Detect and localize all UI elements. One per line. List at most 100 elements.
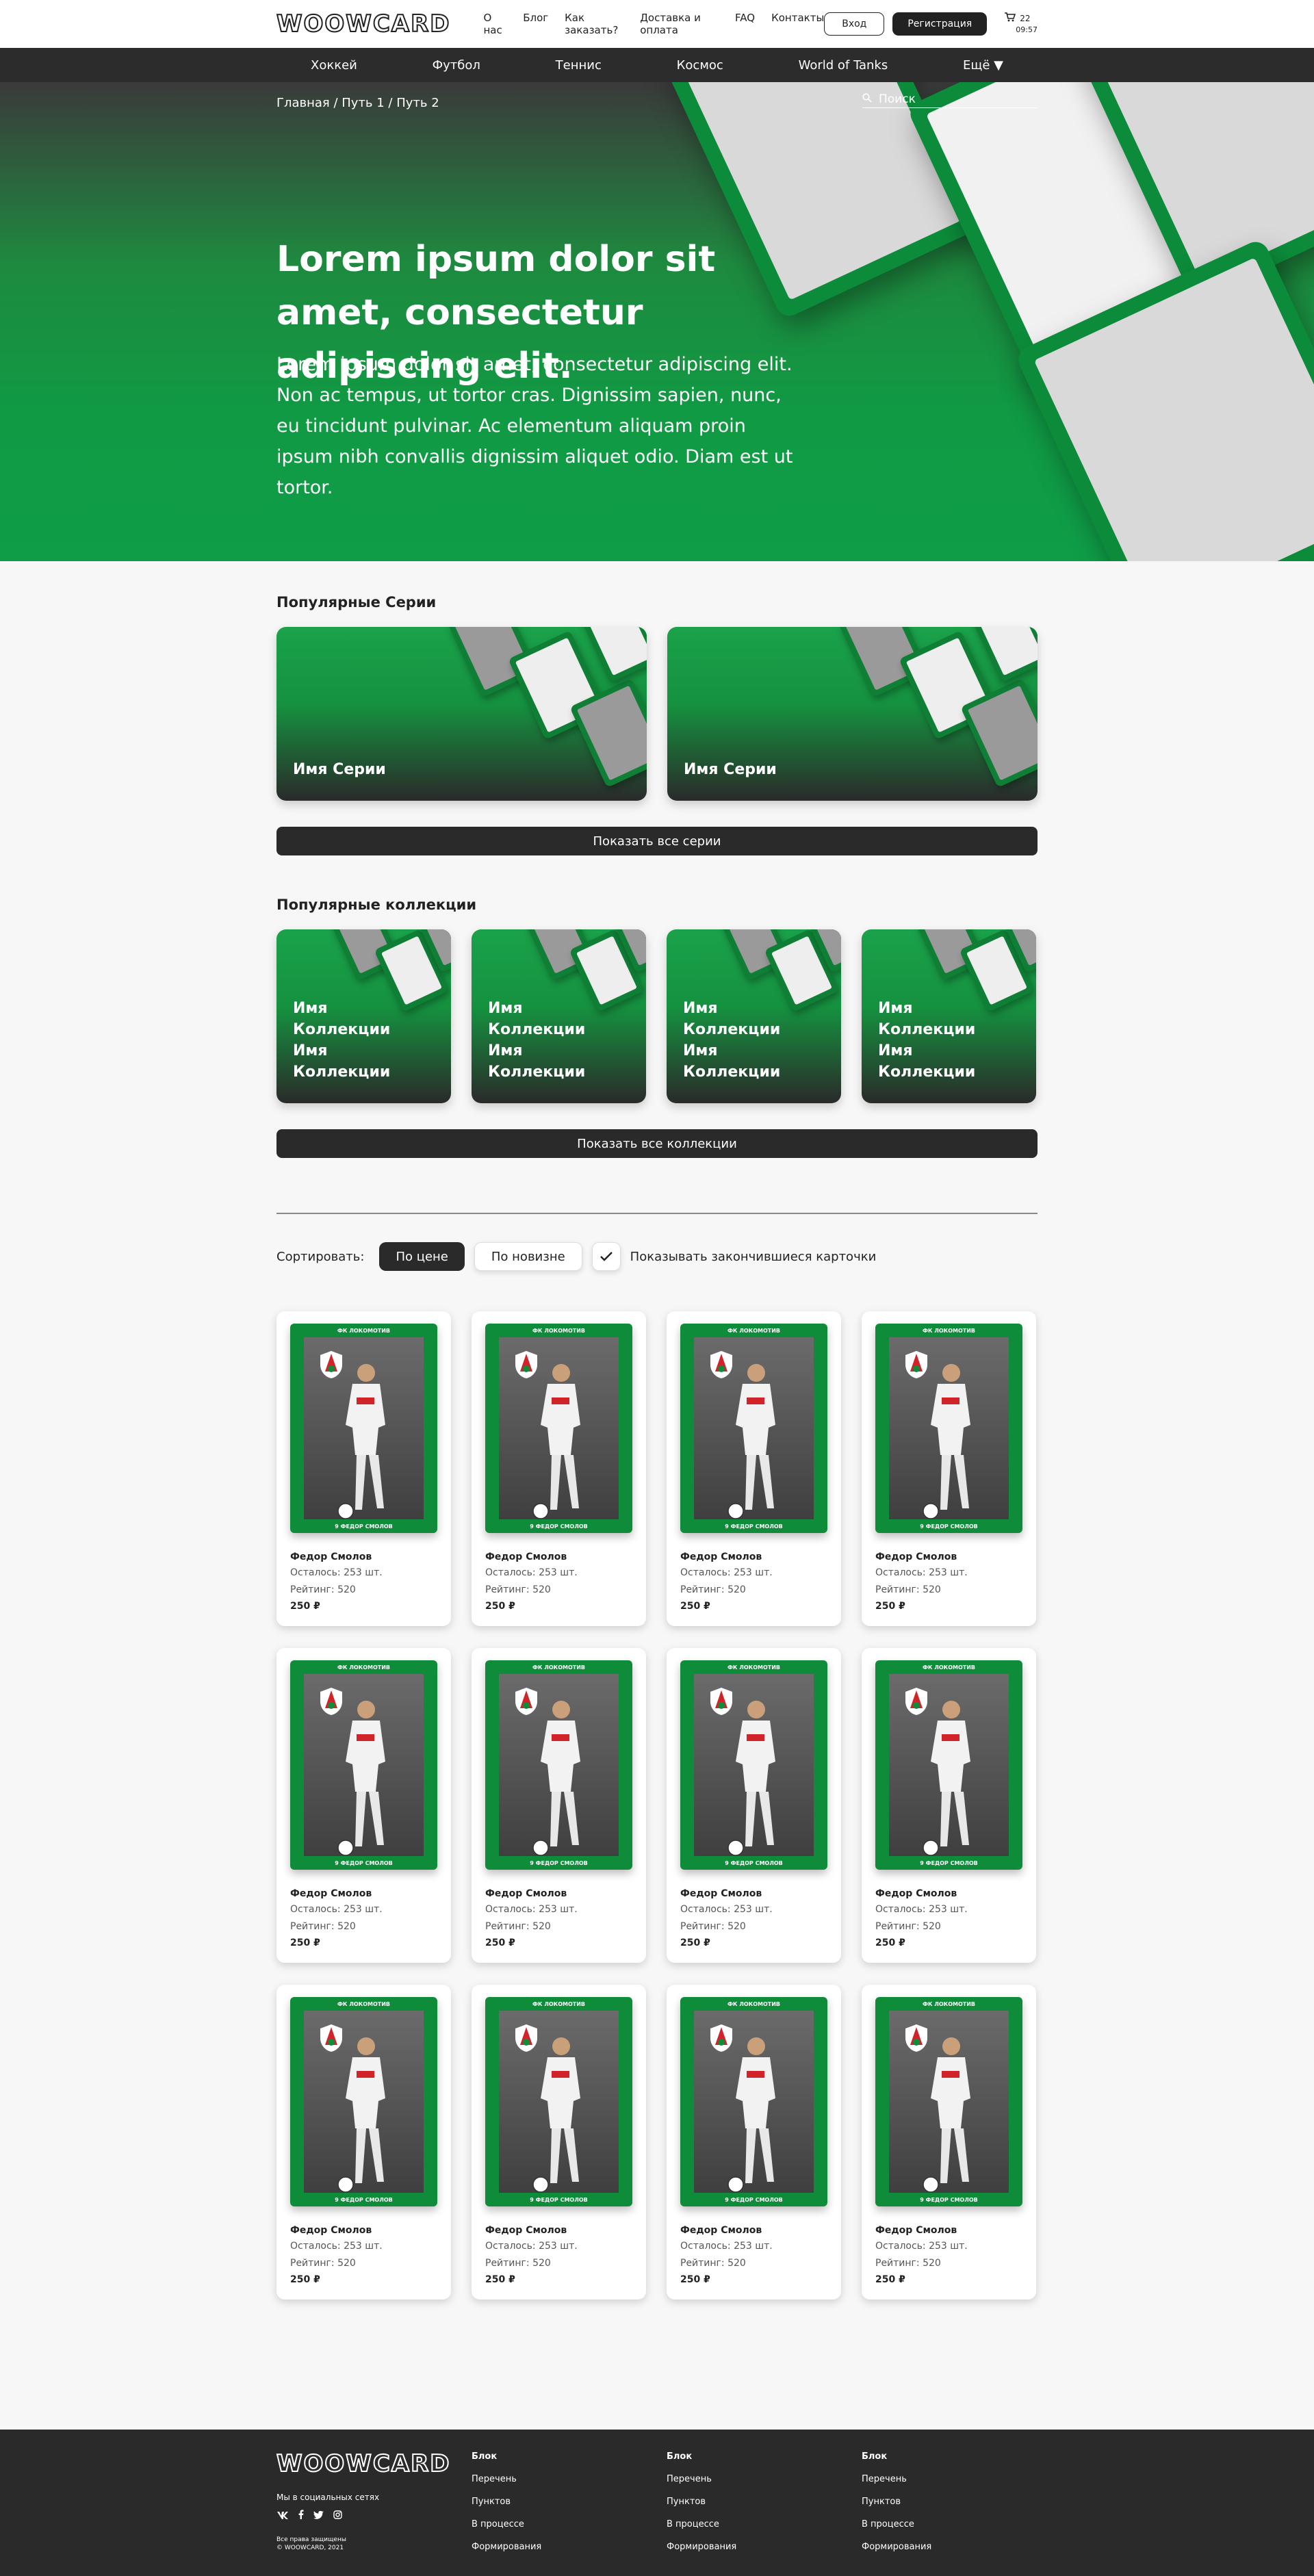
category-tennis[interactable]: Теннис	[556, 58, 602, 73]
product-name[interactable]: Федор Смолов	[290, 1886, 437, 1901]
sort-by-price-button[interactable]: По цене	[379, 1242, 465, 1271]
product-card-image[interactable]: ФК ЛОКОМОТИВ 9 ФЕДОР СМОЛОВ	[290, 1324, 437, 1533]
product-price: 250 ₽	[485, 1937, 515, 1948]
product-name[interactable]: Федор Смолов	[485, 1886, 632, 1901]
product-name[interactable]: Федор Смолов	[680, 2223, 827, 2238]
footer-link[interactable]: Перечень	[667, 2474, 862, 2484]
register-button[interactable]: Регистрация	[892, 12, 988, 36]
footer-link[interactable]: Перечень	[862, 2474, 1038, 2484]
product-rating: Рейтинг: 520	[680, 1584, 746, 1595]
category-football[interactable]: Футбол	[433, 58, 480, 73]
checkmark-icon	[600, 1252, 613, 1261]
search-box[interactable]	[862, 90, 1038, 108]
footer-logo[interactable]: WOOWCARD	[276, 2449, 472, 2478]
category-world-of-tanks[interactable]: World of Tanks	[799, 58, 888, 73]
player-photo	[889, 2011, 1009, 2193]
nav-contacts[interactable]: Контакты	[771, 12, 824, 36]
series-name: Имя Серии	[293, 761, 386, 778]
series-tile[interactable]: Имя Серии	[667, 627, 1038, 801]
product-card[interactable]: ФК ЛОКОМОТИВ 9 ФЕДОР СМОЛОВ Федор Смолов Ос…	[667, 1311, 841, 1626]
login-button[interactable]: Вход	[824, 12, 885, 36]
player-figure	[337, 2037, 385, 2193]
show-ended-checkbox[interactable]	[591, 1242, 621, 1271]
product-name[interactable]: Федор Смолов	[290, 1549, 437, 1564]
collection-tile[interactable]: Имя Коллекции Имя Коллекции	[862, 929, 1036, 1103]
footer-link[interactable]: В процессе	[667, 2519, 862, 2529]
series-tile[interactable]: Имя Серии	[276, 627, 647, 801]
footer-link[interactable]: Формирования	[472, 2542, 667, 2552]
product-card[interactable]: ФК ЛОКОМОТИВ 9 ФЕДОР СМОЛОВ Федор Смолов Ос…	[276, 1648, 451, 1963]
nav-how-to-order[interactable]: Как заказать?	[565, 12, 623, 36]
product-card[interactable]: ФК ЛОКОМОТИВ 9 ФЕДОР СМОЛОВ Федор Смолов Ос…	[862, 1648, 1036, 1963]
card-player-label: 9 ФЕДОР СМОЛОВ	[725, 2197, 783, 2203]
product-card-image[interactable]: ФК ЛОКОМОТИВ 9 ФЕДОР СМОЛОВ	[485, 1660, 632, 1870]
card-club-label: ФК ЛОКОМОТИВ	[922, 1664, 976, 1671]
site-logo[interactable]: WOOWCARD	[276, 10, 450, 38]
product-card[interactable]: ФК ЛОКОМОТИВ 9 ФЕДОР СМОЛОВ Федор Смолов Ос…	[472, 1985, 646, 2300]
product-card-image[interactable]: ФК ЛОКОМОТИВ 9 ФЕДОР СМОЛОВ	[485, 1324, 632, 1533]
footer-link[interactable]: Пунктов	[667, 2497, 862, 2507]
product-name[interactable]: Федор Смолов	[485, 1549, 632, 1564]
product-name[interactable]: Федор Смолов	[485, 2223, 632, 2238]
footer-link[interactable]: В процессе	[862, 2519, 1038, 2529]
breadcrumb[interactable]: Главная / Путь 1 / Путь 2	[276, 96, 439, 110]
product-card[interactable]: ФК ЛОКОМОТИВ 9 ФЕДОР СМОЛОВ Федор Смолов Ос…	[862, 1311, 1036, 1626]
player-figure	[337, 1364, 385, 1519]
player-photo	[694, 2011, 814, 2193]
product-card-image[interactable]: ФК ЛОКОМОТИВ 9 ФЕДОР СМОЛОВ	[875, 1324, 1022, 1533]
product-card-image[interactable]: ФК ЛОКОМОТИВ 9 ФЕДОР СМОЛОВ	[680, 1997, 827, 2206]
footer-link[interactable]: В процессе	[472, 2519, 667, 2529]
product-stock: Осталось: 253 шт.	[290, 1904, 383, 1915]
product-card[interactable]: ФК ЛОКОМОТИВ 9 ФЕДОР СМОЛОВ Федор Смолов Ос…	[667, 1648, 841, 1963]
instagram-icon[interactable]	[333, 2509, 342, 2522]
product-name[interactable]: Федор Смолов	[875, 1886, 1022, 1901]
product-card-image[interactable]: ФК ЛОКОМОТИВ 9 ФЕДОР СМОЛОВ	[680, 1660, 827, 1870]
footer-link[interactable]: Пунктов	[862, 2497, 1038, 2507]
product-name[interactable]: Федор Смолов	[875, 1549, 1022, 1564]
copyright: Все права защищены © WOOWCARD, 2021	[276, 2536, 346, 2551]
nav-about[interactable]: О нас	[483, 12, 506, 36]
product-card[interactable]: ФК ЛОКОМОТИВ 9 ФЕДОР СМОЛОВ Федор Смолов Ос…	[276, 1311, 451, 1626]
facebook-icon[interactable]	[298, 2509, 304, 2522]
product-card[interactable]: ФК ЛОКОМОТИВ 9 ФЕДОР СМОЛОВ Федор Смолов Ос…	[472, 1311, 646, 1626]
product-card[interactable]: ФК ЛОКОМОТИВ 9 ФЕДОР СМОЛОВ Федор Смолов Ос…	[276, 1985, 451, 2300]
footer-link[interactable]: Перечень	[472, 2474, 667, 2484]
footer-link[interactable]: Пунктов	[472, 2497, 667, 2507]
search-input[interactable]	[879, 92, 1016, 106]
product-card-image[interactable]: ФК ЛОКОМОТИВ 9 ФЕДОР СМОЛОВ	[875, 1660, 1022, 1870]
product-card[interactable]: ФК ЛОКОМОТИВ 9 ФЕДОР СМОЛОВ Федор Смолов Ос…	[862, 1985, 1036, 2300]
category-space[interactable]: Космос	[677, 58, 723, 73]
category-more-dropdown[interactable]: Ещё ▼	[963, 58, 1003, 73]
nav-faq[interactable]: FAQ	[735, 12, 755, 36]
show-all-collections-button[interactable]: Показать все коллекции	[276, 1129, 1038, 1158]
product-card[interactable]: ФК ЛОКОМОТИВ 9 ФЕДОР СМОЛОВ Федор Смолов Ос…	[667, 1985, 841, 2300]
product-name[interactable]: Федор Смолов	[680, 1549, 827, 1564]
product-card[interactable]: ФК ЛОКОМОТИВ 9 ФЕДОР СМОЛОВ Федор Смолов Ос…	[472, 1648, 646, 1963]
product-card-image[interactable]: ФК ЛОКОМОТИВ 9 ФЕДОР СМОЛОВ	[485, 1997, 632, 2206]
twitter-icon[interactable]	[313, 2509, 324, 2522]
category-nav: Хоккей Футбол Теннис Космос World of Tan…	[0, 48, 1314, 82]
product-card-image[interactable]: ФК ЛОКОМОТИВ 9 ФЕДОР СМОЛОВ	[680, 1324, 827, 1533]
product-card-image[interactable]: ФК ЛОКОМОТИВ 9 ФЕДОР СМОЛОВ	[875, 1997, 1022, 2206]
collection-name: Имя Коллекции Имя Коллекции	[293, 1000, 391, 1081]
show-all-series-button[interactable]: Показать все серии	[276, 827, 1038, 855]
vk-icon[interactable]	[276, 2509, 289, 2522]
product-name[interactable]: Федор Смолов	[290, 2223, 437, 2238]
footer-link[interactable]: Формирования	[667, 2542, 862, 2552]
sort-by-new-button[interactable]: По новизне	[474, 1242, 582, 1271]
collection-tile[interactable]: Имя Коллекции Имя Коллекции	[472, 929, 646, 1103]
nav-delivery[interactable]: Доставка и оплата	[640, 12, 719, 36]
product-card-image[interactable]: ФК ЛОКОМОТИВ 9 ФЕДОР СМОЛОВ	[290, 1997, 437, 2206]
product-name[interactable]: Федор Смолов	[875, 2223, 1022, 2238]
product-card-image[interactable]: ФК ЛОКОМОТИВ 9 ФЕДОР СМОЛОВ	[290, 1660, 437, 1870]
product-rating: Рейтинг: 520	[875, 2258, 941, 2269]
collection-tile[interactable]: Имя Коллекции Имя Коллекции	[667, 929, 841, 1103]
cart[interactable]: 22 09:57	[1005, 12, 1038, 36]
footer-link[interactable]: Формирования	[862, 2542, 1038, 2552]
player-photo	[499, 1337, 619, 1519]
cart-icon[interactable]	[1005, 12, 1016, 25]
category-hockey[interactable]: Хоккей	[311, 58, 357, 73]
product-name[interactable]: Федор Смолов	[680, 1886, 827, 1901]
nav-blog[interactable]: Блог	[523, 12, 548, 36]
collection-tile[interactable]: Имя Коллекции Имя Коллекции	[276, 929, 451, 1103]
